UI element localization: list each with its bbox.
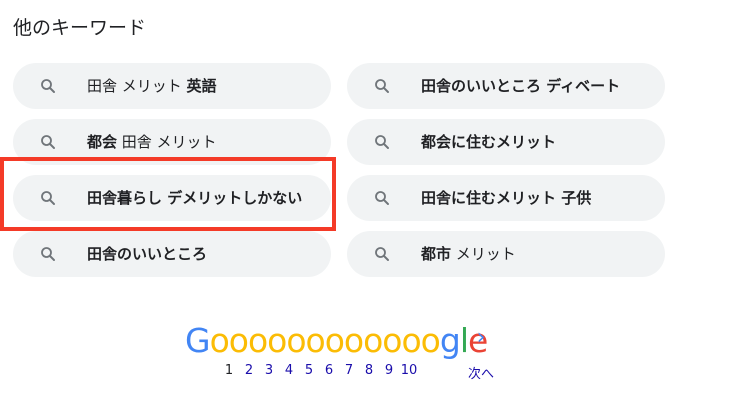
pagination: Goooooooooooogle 1 2 3 4 5 6 7 8 9 10 › … (185, 323, 515, 393)
keyword-bold-part: 田舎のいいところ ディベート (421, 77, 621, 95)
page-number-link[interactable]: 4 (279, 363, 299, 378)
related-keywords-right-column: 田舎のいいところ ディベート 都会に住むメリット 田舎に住むメリット 子供 都市… (347, 63, 665, 287)
related-keywords-left-column: 田舎 メリット 英語 都会 田舎 メリット 田舎暮らし デメリットしかない 田舎… (13, 63, 331, 287)
keyword-bold-part: 都会 (87, 133, 118, 151)
page-numbers: 1 2 3 4 5 6 7 8 9 10 (219, 363, 419, 378)
search-icon (375, 191, 389, 205)
keyword-bold-part: 田舎に住むメリット 子供 (421, 189, 592, 207)
related-keyword-text: 都市 メリット (421, 243, 516, 265)
search-icon (41, 135, 55, 149)
related-keyword-chip[interactable]: 都会に住むメリット (347, 119, 665, 165)
page-number-link[interactable]: 8 (359, 363, 379, 378)
keyword-bold-part: 都市 (421, 245, 452, 263)
keyword-plain-part: メリット (451, 245, 516, 263)
related-keyword-text: 田舎に住むメリット 子供 (421, 187, 591, 209)
keyword-bold-part: 田舎のいいところ (87, 245, 208, 263)
logo-letter-g: g (439, 321, 461, 360)
related-keyword-text: 田舎のいいところ (87, 243, 207, 265)
keyword-bold-part: 英語 (186, 77, 217, 95)
related-keyword-text: 都会に住むメリット (421, 131, 556, 153)
search-icon (41, 191, 55, 205)
keyword-plain-part: 田舎 メリット (87, 77, 187, 95)
keyword-bold-part: 田舎暮らし デメリットしかない (87, 189, 303, 207)
page-number-link[interactable]: 3 (259, 363, 279, 378)
related-keyword-chip[interactable]: 田舎 メリット 英語 (13, 63, 331, 109)
related-keyword-text: 田舎暮らし デメリットしかない (87, 187, 307, 209)
page-number-current: 1 (224, 363, 234, 378)
search-icon (41, 247, 55, 261)
related-keyword-text: 都会 田舎 メリット (87, 131, 217, 153)
next-page-label: 次へ (467, 367, 494, 382)
related-keyword-chip[interactable]: 田舎暮らし デメリットしかない (13, 175, 331, 221)
next-page-button[interactable]: › 次へ (465, 323, 497, 382)
related-keyword-chip[interactable]: 田舎のいいところ ディベート (347, 63, 665, 109)
search-icon (375, 247, 389, 261)
google-logo: Goooooooooooogle (185, 321, 488, 360)
page-number-link[interactable]: 10 (399, 363, 419, 378)
related-keyword-chip[interactable]: 都市 メリット (347, 231, 665, 277)
page-number-link[interactable]: 9 (379, 363, 399, 378)
keyword-plain-part: 田舎 メリット (117, 133, 217, 151)
search-icon (41, 79, 55, 93)
page-number-link[interactable]: 7 (339, 363, 359, 378)
related-keyword-text: 田舎のいいところ ディベート (421, 75, 620, 97)
section-title: 他のキーワード (13, 17, 147, 39)
related-keyword-chip[interactable]: 田舎のいいところ (13, 231, 331, 277)
related-keyword-chip[interactable]: 田舎に住むメリット 子供 (347, 175, 665, 221)
related-keyword-chip[interactable]: 都会 田舎 メリット (13, 119, 331, 165)
search-icon (375, 135, 389, 149)
keyword-bold-part: 都会に住むメリット (421, 133, 557, 151)
page-number-link[interactable]: 6 (319, 363, 339, 378)
chevron-right-icon: › (476, 325, 486, 350)
related-keyword-text: 田舎 メリット 英語 (87, 75, 217, 97)
page-number-link[interactable]: 5 (299, 363, 319, 378)
search-icon (375, 79, 389, 93)
logo-letters-o: oooooooooooo (209, 321, 441, 360)
logo-letter-G: G (185, 321, 211, 360)
page-number-link[interactable]: 2 (239, 363, 259, 378)
